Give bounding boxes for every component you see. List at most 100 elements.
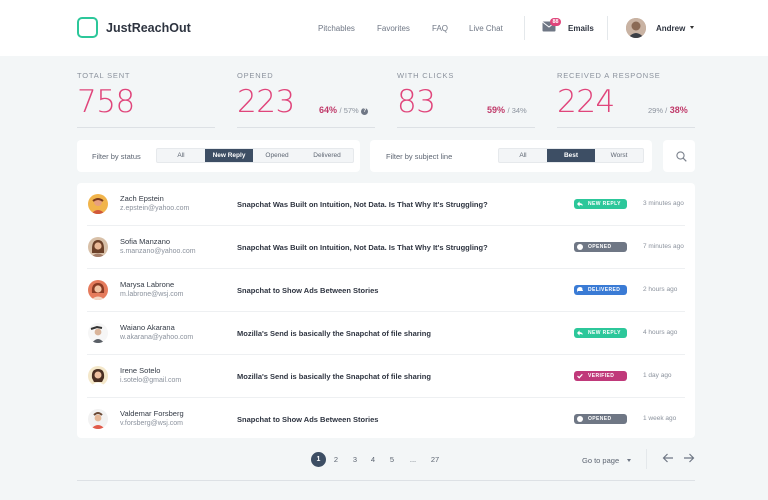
nav-pitchables[interactable]: Pitchables — [318, 24, 355, 33]
contact-email: z.epstein@yahoo.com — [120, 205, 190, 212]
table-row[interactable]: Waiano Akarana w.akarana@yahoo.com Mozil… — [77, 312, 695, 355]
status-label: OPENED — [588, 244, 612, 250]
contact-avatar — [88, 409, 108, 429]
stat-underline — [237, 127, 375, 128]
search-icon[interactable] — [676, 151, 687, 162]
stat-value: 223 — [237, 84, 295, 120]
contact-name: Sofia Manzano — [120, 237, 171, 246]
stat-label: WITH CLICKS — [397, 71, 455, 80]
chevron-down-icon[interactable] — [627, 459, 631, 462]
help-icon[interactable]: ? — [361, 108, 369, 115]
page-27-button[interactable]: 27 — [428, 455, 442, 464]
status-badge: OPENED — [574, 414, 627, 424]
subject-filter-worst[interactable]: Worst — [595, 149, 643, 162]
contact-name: Irene Sotelo — [120, 366, 161, 375]
status-filter-all[interactable]: All — [157, 149, 205, 162]
contact-name: Zach Epstein — [120, 194, 164, 203]
header-divider — [524, 16, 525, 40]
stat-pct-main: 38% — [669, 105, 688, 115]
status-filter-delivered[interactable]: Delivered — [301, 149, 353, 162]
chevron-down-icon[interactable] — [690, 26, 694, 29]
status-filter-new-reply[interactable]: New Reply — [205, 149, 253, 162]
app-name[interactable]: JustReachOut — [106, 21, 191, 35]
arrow-right-icon[interactable] — [683, 452, 695, 464]
eye-icon — [577, 416, 583, 422]
contact-avatar — [88, 323, 108, 343]
table-row[interactable]: Irene Sotelo i.sotelo@gmail.com Mozilla'… — [77, 355, 695, 398]
stat-with-clicks: WITH CLICKS 83 59% / 34% — [397, 71, 535, 129]
pagination-divider — [646, 449, 647, 469]
email-subject: Snapchat to Show Ads Between Stories — [237, 415, 379, 424]
user-name[interactable]: Andrew — [656, 24, 685, 33]
table-row[interactable]: Marysa Labrone m.labrone@wsj.com Snapcha… — [77, 269, 695, 312]
timestamp: 7 minutes ago — [643, 243, 684, 250]
page-1-button[interactable]: 1 — [311, 452, 326, 467]
status-label: NEW REPLY — [588, 330, 621, 336]
email-subject: Mozilla's Send is basically the Snapchat… — [237, 329, 431, 338]
search-button[interactable] — [663, 140, 695, 172]
status-label: NEW REPLY — [588, 201, 621, 207]
stat-label: OPENED — [237, 71, 274, 80]
stat-opened: OPENED 223 64% / 57% ? — [237, 71, 375, 129]
top-header: JustReachOut Pitchables Favorites FAQ Li… — [0, 0, 768, 56]
user-avatar[interactable] — [626, 18, 646, 38]
status-badge: VERIFIED — [574, 371, 627, 381]
nav-live-chat[interactable]: Live Chat — [469, 24, 503, 33]
outreach-table: Zach Epstein z.epstein@yahoo.com Snapcha… — [77, 183, 695, 438]
subject-filter-label: Filter by subject line — [386, 152, 453, 161]
contact-email: v.forsberg@wsj.com — [120, 420, 183, 427]
logo-icon[interactable] — [77, 17, 98, 38]
email-subject: Mozilla's Send is basically the Snapchat… — [237, 372, 431, 381]
stat-pct-sub: / 57% — [339, 106, 359, 115]
page-2-button[interactable]: 2 — [329, 455, 343, 464]
email-subject: Snapchat Was Built on Intuition, Not Dat… — [237, 243, 488, 252]
contact-email: s.manzano@yahoo.com — [120, 248, 196, 255]
status-label: DELIVERED — [588, 287, 621, 293]
stat-percentages: 29% / 38% — [648, 105, 688, 115]
timestamp: 3 minutes ago — [643, 200, 684, 207]
contact-email: i.sotelo@gmail.com — [120, 377, 182, 384]
check-icon — [577, 373, 583, 379]
nav-faq[interactable]: FAQ — [432, 24, 448, 33]
reply-icon — [577, 201, 583, 207]
status-filter-label: Filter by status — [92, 152, 141, 161]
contact-avatar — [88, 280, 108, 300]
timestamp: 4 hours ago — [643, 329, 678, 336]
stat-underline — [397, 127, 535, 128]
contact-name: Waiano Akarana — [120, 323, 175, 332]
stat-total-sent: TOTAL SENT 758 — [77, 71, 215, 129]
table-row[interactable]: Zach Epstein z.epstein@yahoo.com Snapcha… — [77, 183, 695, 226]
page-3-button[interactable]: 3 — [348, 455, 362, 464]
status-filter-panel: Filter by status All New Reply Opened De… — [77, 140, 360, 172]
contact-avatar — [88, 237, 108, 257]
subject-filter-all[interactable]: All — [499, 149, 547, 162]
page-4-button[interactable]: 4 — [366, 455, 380, 464]
flag-icon — [577, 287, 583, 293]
contact-email: m.labrone@wsj.com — [120, 291, 184, 298]
emails-link[interactable]: Emails — [568, 24, 594, 33]
go-to-page-select[interactable]: Go to page — [582, 456, 619, 465]
page-5-button[interactable]: 5 — [385, 455, 399, 464]
status-filter-group: All New Reply Opened Delivered — [156, 148, 354, 163]
footer-divider — [77, 480, 695, 481]
table-row[interactable]: Sofia Manzano s.manzano@yahoo.com Snapch… — [77, 226, 695, 269]
status-label: VERIFIED — [588, 373, 615, 379]
status-badge: OPENED — [574, 242, 627, 252]
status-label: OPENED — [588, 416, 612, 422]
nav-favorites[interactable]: Favorites — [377, 24, 410, 33]
timestamp: 2 hours ago — [643, 286, 678, 293]
contact-avatar — [88, 194, 108, 214]
subject-filter-best[interactable]: Best — [547, 149, 595, 162]
stat-value: 224 — [557, 84, 615, 120]
status-filter-opened[interactable]: Opened — [253, 149, 301, 162]
page-ellipsis: ... — [409, 455, 417, 464]
contact-name: Marysa Labrone — [120, 280, 175, 289]
table-row[interactable]: Valdemar Forsberg v.forsberg@wsj.com Sna… — [77, 398, 695, 441]
timestamp: 1 week ago — [643, 415, 677, 422]
arrow-left-icon[interactable] — [662, 452, 674, 464]
timestamp: 1 day ago — [643, 372, 672, 379]
stat-value: 758 — [77, 84, 135, 120]
header-divider — [607, 16, 608, 40]
stat-percentages: 64% / 57% ? — [319, 105, 369, 115]
contact-name: Valdemar Forsberg — [120, 409, 184, 418]
